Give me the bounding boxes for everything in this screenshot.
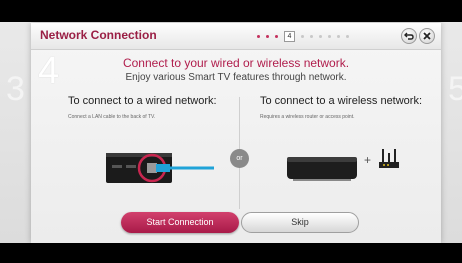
step-dot-todo: [301, 34, 304, 38]
step-dot-todo: [310, 34, 313, 38]
previous-step-number: 3: [6, 70, 25, 108]
step-dot-done: [266, 34, 269, 38]
wired-heading: To connect to a wired network:: [68, 95, 217, 107]
step-dot-done: [275, 34, 278, 38]
or-badge: or: [230, 149, 249, 168]
next-step-number: 5: [448, 70, 462, 108]
letterbox-bottom: [0, 243, 462, 263]
tv-lan-port-icon: [106, 153, 214, 183]
current-step-marker: 4: [284, 30, 295, 42]
close-icon: [423, 32, 431, 40]
ethernet-cable-icon: [156, 164, 214, 172]
step-dot-todo: [346, 34, 349, 38]
wireless-heading: To connect to a wireless network:: [260, 95, 423, 107]
plus-sign: +: [364, 153, 372, 167]
back-button[interactable]: [401, 28, 417, 44]
headline: Connect to your wired or wireless networ…: [122, 56, 350, 70]
start-connection-button[interactable]: Start Connection: [121, 212, 239, 233]
step-indicator: 4: [257, 30, 355, 42]
close-button[interactable]: [419, 28, 435, 44]
wireless-instruction: Requires a wireless router or access poi…: [260, 114, 355, 120]
wired-instruction: Connect a LAN cable to the back of TV.: [68, 114, 156, 120]
step-dot-todo: [319, 34, 322, 38]
setup-dialog: Network Connection 4 4 Connect to your w…: [31, 23, 441, 243]
router-icon: [379, 149, 399, 168]
step-dot-todo: [328, 34, 331, 38]
letterbox-top: [0, 0, 462, 22]
settop-box-icon: [287, 157, 357, 181]
dialog-title: Network Connection: [40, 28, 157, 42]
step-dot-todo: [337, 34, 340, 38]
step-dot-done: [257, 34, 260, 38]
title-bar: Network Connection 4: [31, 23, 441, 50]
back-icon: [404, 32, 414, 40]
skip-button[interactable]: Skip: [241, 212, 359, 233]
subheadline: Enjoy various Smart TV features through …: [125, 72, 347, 83]
